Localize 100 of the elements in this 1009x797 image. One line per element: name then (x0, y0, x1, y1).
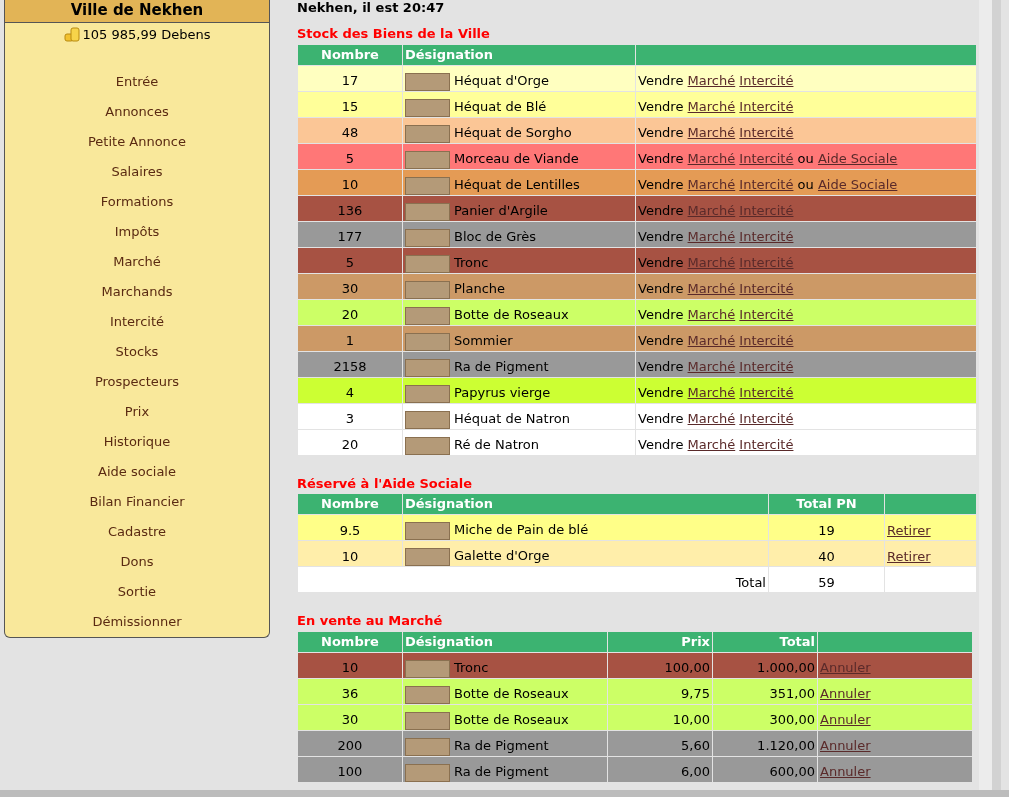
link[interactable]: Intercité (739, 177, 794, 192)
sidebar-link[interactable]: Petite Annonce (5, 126, 269, 157)
link[interactable]: Intercité (739, 99, 794, 114)
link[interactable]: Marché (687, 411, 736, 426)
column-header: Nombre (321, 46, 379, 62)
link[interactable]: Annuler (820, 764, 871, 779)
sidebar-link[interactable]: Démissionner (5, 606, 269, 637)
item-thumbnail (405, 436, 450, 455)
sidebar-link[interactable]: Sortie (5, 576, 269, 607)
action-text: Vendre (638, 411, 684, 426)
item-name: Tronc (454, 659, 489, 675)
link[interactable]: Marché (687, 229, 736, 244)
link[interactable]: Annuler (820, 738, 871, 753)
action-text: Vendre (638, 307, 684, 322)
link[interactable]: Aide Sociale (817, 151, 898, 166)
item-thumbnail (405, 358, 450, 377)
sidebar-link[interactable]: Impôts (5, 216, 269, 247)
item-name: Ré de Natron (454, 436, 539, 452)
column-header: Nombre (321, 633, 379, 649)
item-thumbnail (405, 410, 450, 429)
sidebar-link[interactable]: Salaires (5, 156, 269, 187)
item-thumbnail (405, 711, 450, 730)
section-title: Stock des Biens de la Ville (297, 25, 491, 43)
joiner-text: ou (797, 177, 814, 192)
link[interactable]: Intercité (739, 229, 794, 244)
sidebar-link[interactable]: Prospecteurs (5, 366, 269, 397)
table-cell: 15 (341, 99, 359, 114)
link[interactable]: Marché (687, 307, 736, 322)
sidebar-link[interactable]: Formations (5, 186, 269, 217)
action-text: Vendre (638, 229, 684, 244)
link[interactable]: Intercité (739, 437, 794, 452)
item-name: Botte de Roseaux (454, 306, 569, 322)
sidebar-link[interactable]: Cadastre (5, 516, 269, 547)
item-name: Planche (454, 280, 506, 296)
link[interactable]: Marché (687, 385, 736, 400)
link[interactable]: Marché (687, 151, 736, 166)
action-text: Vendre (638, 125, 684, 140)
item-name: Morceau de Viande (454, 150, 579, 166)
joiner-text: ou (797, 151, 814, 166)
link[interactable]: Intercité (739, 411, 794, 426)
table-cell: 20 (341, 437, 359, 452)
action-text: Vendre (638, 281, 684, 296)
link[interactable]: Marché (687, 125, 736, 140)
link[interactable]: Intercité (739, 151, 794, 166)
sidebar-link[interactable]: Historique (5, 426, 269, 457)
table-cell: 600,00 (769, 764, 815, 779)
action-text: Vendre (638, 333, 684, 348)
sidebar-link[interactable]: Prix (5, 396, 269, 427)
sidebar-link[interactable]: Aide sociale (5, 456, 269, 487)
item-name: Botte de Roseaux (454, 711, 569, 727)
item-name: Héquat d'Orge (454, 72, 549, 88)
table-cell: 4 (345, 385, 355, 400)
table-cell: 48 (341, 125, 359, 140)
sidebar-link[interactable]: Entrée (5, 66, 269, 97)
item-thumbnail (405, 332, 450, 351)
link[interactable]: Intercité (739, 333, 794, 348)
sidebar-link[interactable]: Marchands (5, 276, 269, 307)
sidebar-link[interactable]: Annonces (5, 96, 269, 127)
table-cell: 1.000,00 (757, 660, 815, 675)
column-header: Total (779, 633, 815, 649)
table-cell: 100 (337, 764, 363, 779)
link[interactable]: Marché (687, 333, 736, 348)
table-cell: 5 (345, 255, 355, 270)
action-text: Vendre (638, 437, 684, 452)
sidebar-link[interactable]: Marché (5, 246, 269, 277)
item-name: Papyrus vierge (454, 384, 551, 400)
link[interactable]: Annuler (820, 686, 871, 701)
sidebar-link[interactable]: Intercité (5, 306, 269, 337)
sidebar-title: Ville de Nekhen (5, 0, 269, 23)
table-cell: 36 (341, 686, 359, 701)
table-cell: 6,00 (681, 764, 710, 779)
link[interactable]: Intercité (739, 385, 794, 400)
sidebar-link[interactable]: Dons (5, 546, 269, 577)
action-text: Vendre (638, 385, 684, 400)
link[interactable]: Marché (687, 177, 736, 192)
link[interactable]: Intercité (739, 359, 794, 374)
action-text: Vendre (638, 359, 684, 374)
link[interactable]: Annuler (820, 712, 871, 727)
item-thumbnail (405, 384, 450, 403)
link[interactable]: Intercité (739, 281, 794, 296)
item-name: Panier d'Argile (454, 202, 548, 218)
sidebar-link[interactable]: Bilan Financier (5, 486, 269, 517)
item-name: Héquat de Sorgho (454, 124, 572, 140)
link[interactable]: Marché (687, 359, 736, 374)
item-thumbnail (405, 124, 450, 143)
link[interactable]: Aide Sociale (817, 177, 898, 192)
link[interactable]: Marché (687, 73, 736, 88)
item-thumbnail (405, 737, 450, 756)
link[interactable]: Intercité (739, 307, 794, 322)
table-cell: 351,00 (769, 686, 815, 701)
item-thumbnail (405, 98, 450, 117)
link[interactable]: Marché (687, 99, 736, 114)
item-name: Botte de Roseaux (454, 685, 569, 701)
link[interactable]: Marché (687, 437, 736, 452)
sidebar-link[interactable]: Stocks (5, 336, 269, 367)
item-thumbnail (405, 150, 450, 169)
link[interactable]: Marché (687, 281, 736, 296)
table-cell: 5 (345, 151, 355, 166)
link[interactable]: Intercité (739, 73, 794, 88)
link[interactable]: Intercité (739, 125, 794, 140)
